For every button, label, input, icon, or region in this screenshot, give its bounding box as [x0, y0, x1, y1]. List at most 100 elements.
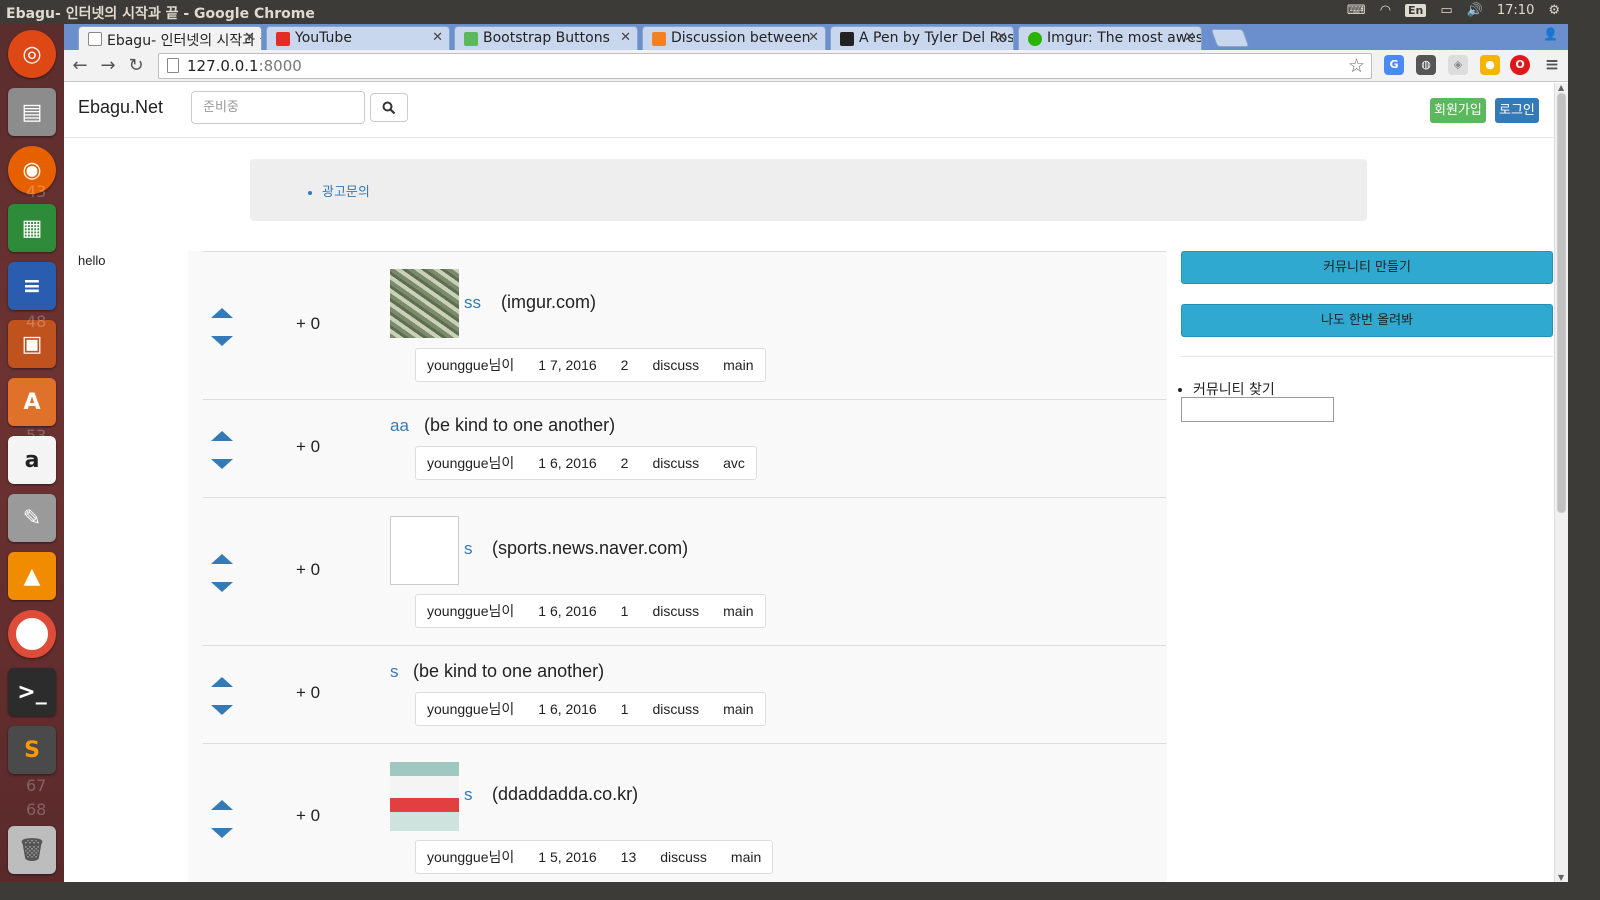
post-title-link[interactable]: s — [390, 662, 399, 682]
login-button[interactable]: 로그인 — [1495, 98, 1539, 123]
post-score: + 0 — [296, 806, 321, 825]
forward-icon[interactable]: → — [96, 54, 120, 78]
terminal-icon[interactable]: >_ — [8, 668, 56, 716]
clock[interactable]: 17:10 — [1497, 3, 1534, 18]
scroll-up-arrow-icon[interactable]: ▲ — [1558, 83, 1564, 92]
reload-icon[interactable]: ↻ — [124, 54, 148, 78]
system-settings-icon[interactable]: ✎ — [8, 494, 56, 542]
launcher-faded-number: 67 — [26, 776, 47, 795]
post-something-button[interactable]: 나도 한번 올려봐 — [1181, 304, 1553, 337]
post-date: 1 7, 2016 — [538, 357, 597, 373]
upvote-arrow-icon[interactable] — [211, 677, 233, 687]
files-icon[interactable]: ▤ — [8, 88, 56, 136]
profile-icon[interactable]: 👤 — [1543, 27, 1558, 41]
sublime-icon[interactable]: S — [8, 726, 56, 774]
wifi-icon[interactable]: ◠ — [1380, 3, 1391, 18]
post-author[interactable]: younggue님이 — [427, 453, 514, 473]
tab-discussion[interactable]: Discussion between ✕ — [642, 26, 826, 50]
translate-extension-icon[interactable]: G — [1384, 55, 1404, 75]
shield-extension-icon[interactable]: ◈ — [1448, 55, 1468, 75]
tab-bootstrap-buttons[interactable]: Bootstrap Buttons ✕ — [454, 26, 638, 50]
opera-extension-icon[interactable]: O — [1510, 55, 1530, 75]
upvote-arrow-icon[interactable] — [211, 308, 233, 318]
page-scrollbar[interactable]: ▲ ▼ — [1554, 83, 1568, 882]
settings-gear-icon[interactable]: ⚙ — [1548, 3, 1560, 18]
post-board[interactable]: main — [723, 701, 753, 717]
post-board[interactable]: main — [723, 357, 753, 373]
back-icon[interactable]: ← — [68, 54, 92, 78]
close-icon[interactable]: ✕ — [1184, 30, 1195, 45]
scroll-down-arrow-icon[interactable]: ▼ — [1558, 873, 1564, 882]
url-text[interactable]: 127.0.0.1:8000 — [187, 57, 302, 75]
create-community-button[interactable]: 커뮤니티 만들기 — [1181, 251, 1553, 284]
volume-icon[interactable]: 🔊 — [1467, 3, 1483, 18]
post-author[interactable]: younggue님이 — [427, 699, 514, 719]
downvote-arrow-icon[interactable] — [211, 705, 233, 715]
upvote-arrow-icon[interactable] — [211, 431, 233, 441]
search-button[interactable] — [370, 93, 408, 122]
post-discuss-link[interactable]: discuss — [652, 455, 699, 471]
post-author[interactable]: younggue님이 — [427, 847, 514, 867]
writer-icon[interactable]: ≡ — [8, 262, 56, 310]
post-discuss-link[interactable]: discuss — [652, 357, 699, 373]
post-item: + 0 s (sports.news.naver.com) younggue님이… — [203, 497, 1166, 645]
signup-button[interactable]: 회원가입 — [1430, 98, 1486, 123]
trash-icon[interactable]: 🗑 — [8, 826, 56, 874]
post-title-link[interactable]: s — [464, 539, 473, 559]
extension-icon[interactable]: ◍ — [1416, 55, 1436, 75]
calc-icon[interactable]: ▦ — [8, 204, 56, 252]
post-thumbnail[interactable] — [390, 762, 459, 831]
post-discuss-link[interactable]: discuss — [652, 701, 699, 717]
post-board[interactable]: main — [723, 603, 753, 619]
language-indicator[interactable]: En — [1405, 4, 1427, 17]
ad-inquiry-link[interactable]: 광고문의 — [322, 181, 370, 200]
post-author[interactable]: younggue님이 — [427, 355, 514, 375]
close-icon[interactable]: ✕ — [432, 30, 443, 45]
tab-codepen[interactable]: A Pen by Tyler Del Rosario ✕ — [830, 26, 1014, 50]
page-info-icon[interactable] — [167, 58, 179, 73]
new-tab-button[interactable] — [1210, 29, 1250, 47]
upvote-arrow-icon[interactable] — [211, 800, 233, 810]
tab-imgur[interactable]: Imgur: The most awesome ✕ — [1018, 26, 1202, 50]
address-bar[interactable]: 127.0.0.1:8000 ☆ — [158, 53, 1372, 79]
vlc-icon[interactable]: ▲ — [8, 552, 56, 600]
close-icon[interactable]: ✕ — [244, 30, 255, 45]
launcher-faded-number: 53 — [26, 426, 47, 445]
close-icon[interactable]: ✕ — [620, 30, 631, 45]
post-title-link[interactable]: ss — [464, 293, 481, 313]
post-domain: (be kind to one another) — [424, 415, 616, 435]
tab-ebagu[interactable]: Ebagu- 인터넷의 시작과 끝 ✕ — [78, 26, 262, 50]
broken-image-icon[interactable] — [390, 516, 459, 585]
downvote-arrow-icon[interactable] — [211, 582, 233, 592]
post-title-link[interactable]: aa — [390, 416, 409, 436]
close-icon[interactable]: ✕ — [996, 30, 1007, 45]
chrome-menu-icon[interactable]: ≡ — [1542, 55, 1562, 75]
tab-youtube[interactable]: YouTube ✕ — [266, 26, 450, 50]
downvote-arrow-icon[interactable] — [211, 336, 233, 346]
post-title-link[interactable]: s — [464, 785, 473, 805]
ubuntu-dash-icon[interactable]: ◎ — [8, 30, 56, 78]
close-icon[interactable]: ✕ — [808, 30, 819, 45]
site-brand[interactable]: Ebagu.Net — [78, 97, 163, 118]
scrollbar-thumb[interactable] — [1557, 93, 1566, 513]
post-discuss-link[interactable]: discuss — [652, 603, 699, 619]
post-thumbnail[interactable] — [390, 269, 459, 338]
keyboard-icon[interactable]: ⌨ — [1347, 3, 1366, 18]
downvote-arrow-icon[interactable] — [211, 828, 233, 838]
chrome-icon[interactable] — [8, 610, 56, 658]
w3-icon — [464, 32, 478, 46]
downvote-arrow-icon[interactable] — [211, 459, 233, 469]
colorful-extension-icon[interactable]: ● — [1480, 55, 1500, 75]
search-input[interactable]: 준비중 — [191, 91, 365, 124]
battery-icon[interactable]: ▭ — [1440, 3, 1452, 18]
bookmark-star-icon[interactable]: ☆ — [1348, 55, 1365, 77]
upvote-arrow-icon[interactable] — [211, 554, 233, 564]
find-community-input[interactable] — [1181, 397, 1334, 422]
post-board[interactable]: main — [731, 849, 761, 865]
post-board[interactable]: avc — [723, 455, 745, 471]
post-author[interactable]: younggue님이 — [427, 601, 514, 621]
software-center-icon[interactable]: A — [8, 378, 56, 426]
post-date: 1 6, 2016 — [538, 455, 597, 471]
post-discuss-link[interactable]: discuss — [660, 849, 707, 865]
post-score: + 0 — [296, 437, 321, 456]
